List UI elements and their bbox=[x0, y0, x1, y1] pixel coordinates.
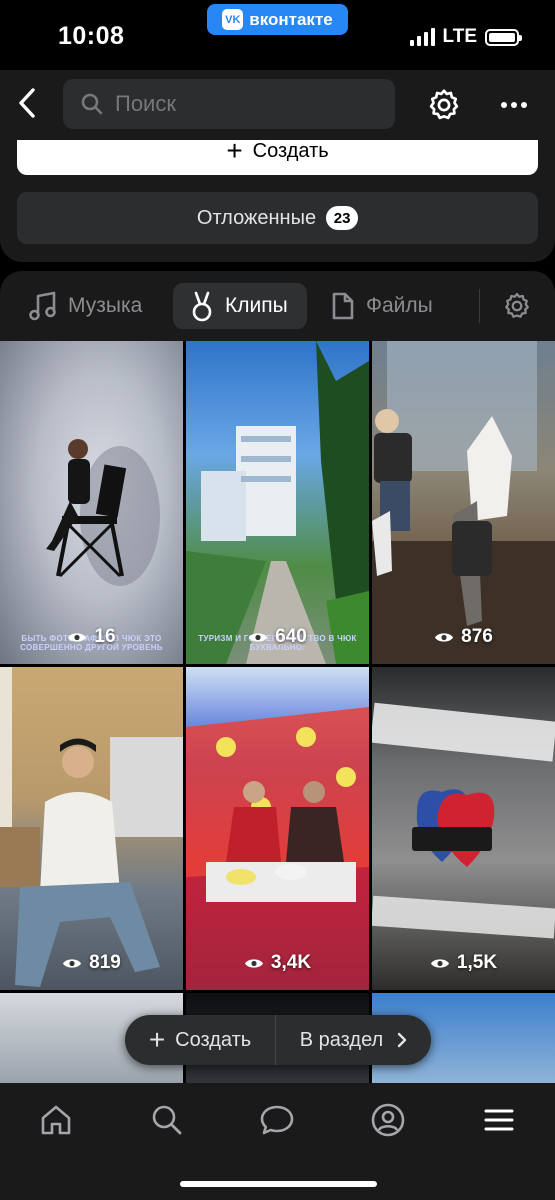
clip-views-count: 876 bbox=[461, 626, 493, 647]
home-indicator[interactable] bbox=[180, 1181, 377, 1187]
clip-views-count: 819 bbox=[89, 952, 121, 973]
clip-thumbnail[interactable]: БЫТЬ ФОТОГРАФОМ В ЧЮК ЭТО СОВЕРШЕННО ДРУ… bbox=[0, 341, 183, 664]
status-bar: 10:08 VK вконтакте LTE bbox=[0, 0, 555, 70]
clip-preview-image bbox=[46, 439, 160, 586]
search-field[interactable] bbox=[63, 79, 395, 129]
status-indicators: LTE bbox=[409, 26, 522, 48]
dot-icon bbox=[511, 102, 517, 108]
plus-icon: + bbox=[148, 1024, 166, 1055]
eye-icon bbox=[249, 632, 268, 642]
plus-icon: + bbox=[226, 135, 243, 166]
tab-music[interactable]: Музыка bbox=[28, 283, 142, 329]
clip-views: 1,5K bbox=[372, 952, 555, 974]
vk-app-badge-label: вконтакте bbox=[249, 9, 333, 29]
tab-files[interactable]: Файлы bbox=[330, 283, 433, 329]
clip-preview-image bbox=[186, 341, 369, 664]
floating-create-button[interactable]: + Создать bbox=[125, 1015, 275, 1065]
clip-views-count: 1,5K bbox=[456, 952, 498, 973]
clip-thumbnail[interactable]: 876 bbox=[372, 341, 555, 664]
clip-preview-image bbox=[372, 341, 555, 664]
vk-logo-icon: VK bbox=[222, 9, 244, 30]
signal-icon bbox=[409, 28, 435, 46]
create-button[interactable]: + Создать bbox=[17, 135, 538, 175]
clip-thumbnail[interactable]: 1,5K bbox=[372, 667, 555, 990]
clip-thumbnail[interactable]: 3,4K bbox=[186, 667, 369, 990]
deferred-posts-button[interactable]: Отложенные 23 bbox=[17, 192, 538, 244]
clip-preview-image bbox=[372, 702, 555, 939]
clips-icon bbox=[192, 291, 212, 322]
messages-icon bbox=[260, 1105, 294, 1135]
tab-clips-label: Клипы bbox=[225, 294, 288, 317]
tab-music-label: Музыка bbox=[68, 294, 143, 317]
media-tabs: Музыка Клипы Файлы bbox=[0, 271, 555, 341]
clip-thumbnail[interactable]: 819 bbox=[0, 667, 183, 990]
nav-profile[interactable] bbox=[363, 1100, 413, 1140]
music-note-icon bbox=[29, 291, 56, 321]
clip-views: 876 bbox=[372, 626, 555, 648]
nav-home[interactable] bbox=[31, 1100, 81, 1140]
profile-icon bbox=[371, 1103, 405, 1137]
clip-preview-image bbox=[0, 667, 183, 987]
clip-views: 16 bbox=[0, 626, 183, 648]
chevron-right-icon bbox=[398, 1032, 407, 1048]
search-input[interactable] bbox=[115, 91, 365, 117]
eye-icon bbox=[68, 632, 87, 642]
floating-create-label: Создать bbox=[175, 1028, 252, 1051]
clip-views: 640 bbox=[186, 626, 369, 648]
clip-views: 3,4K bbox=[186, 952, 369, 974]
status-time: 10:08 bbox=[58, 22, 125, 50]
deferred-count-badge: 23 bbox=[326, 206, 359, 230]
create-button-label: Создать bbox=[252, 140, 329, 162]
nav-search[interactable] bbox=[142, 1100, 192, 1140]
nav-messages[interactable] bbox=[252, 1100, 302, 1140]
deferred-posts-label: Отложенные bbox=[196, 206, 317, 229]
clip-preview-image bbox=[186, 707, 369, 902]
tabs-divider bbox=[479, 289, 480, 323]
tab-files-label: Файлы bbox=[366, 294, 433, 317]
tabs-settings-button[interactable] bbox=[499, 288, 535, 324]
vk-app-badge[interactable]: VK вконтакте bbox=[207, 4, 348, 35]
search-icon bbox=[81, 93, 103, 115]
eye-icon bbox=[63, 958, 82, 968]
battery-icon bbox=[485, 28, 522, 46]
more-options-button[interactable] bbox=[494, 90, 534, 120]
clip-views: 819 bbox=[0, 952, 183, 974]
dot-icon bbox=[521, 102, 527, 108]
search-icon bbox=[152, 1105, 182, 1135]
gear-icon bbox=[505, 293, 529, 318]
chevron-left-icon bbox=[19, 88, 35, 118]
eye-icon bbox=[430, 958, 449, 968]
dot-icon bbox=[501, 102, 507, 108]
settings-button[interactable] bbox=[424, 85, 464, 125]
back-button[interactable] bbox=[12, 86, 42, 120]
network-label: LTE bbox=[442, 26, 477, 47]
clip-thumbnail[interactable]: ТУРИЗМ И ГОСТЕПРИИМСТВО В ЧЮК БУКВАЛЬНО:… bbox=[186, 341, 369, 664]
clip-views-count: 3,4K bbox=[270, 952, 312, 973]
clip-views-count: 16 bbox=[94, 626, 116, 647]
go-to-section-label: В раздел bbox=[299, 1028, 384, 1051]
nav-menu[interactable] bbox=[474, 1100, 524, 1140]
menu-icon bbox=[484, 1109, 514, 1131]
go-to-section-button[interactable]: В раздел bbox=[276, 1015, 431, 1065]
tab-clips[interactable]: Клипы bbox=[173, 283, 307, 329]
eye-icon bbox=[435, 632, 454, 642]
home-icon bbox=[41, 1105, 71, 1135]
file-icon bbox=[332, 292, 354, 320]
gear-icon bbox=[429, 89, 459, 120]
header-panel: + Создать Отложенные 23 bbox=[0, 70, 555, 262]
eye-icon bbox=[244, 958, 263, 968]
clip-views-count: 640 bbox=[275, 626, 307, 647]
floating-action-bar: + Создать В раздел bbox=[125, 1015, 431, 1065]
clips-grid: БЫТЬ ФОТОГРАФОМ В ЧЮК ЭТО СОВЕРШЕННО ДРУ… bbox=[0, 341, 555, 1083]
